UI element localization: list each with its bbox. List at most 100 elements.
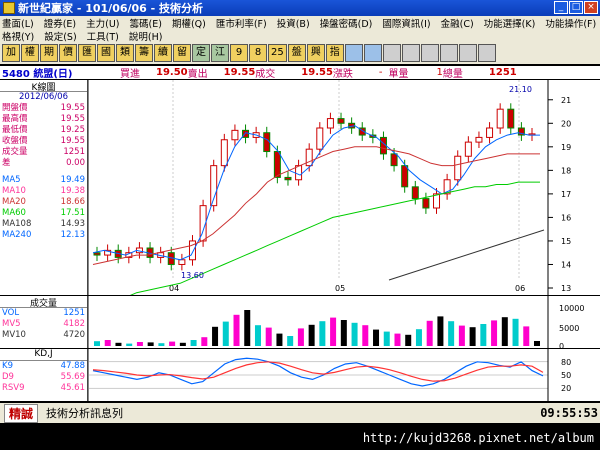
kline-field-label-2: 最低價: [2, 125, 28, 135]
volume-bar-19: [297, 328, 304, 346]
toolbar-icon-6[interactable]: [458, 44, 477, 62]
toolbar-icon-1[interactable]: [363, 44, 382, 62]
volume-chart[interactable]: 10000 5000 0: [88, 296, 600, 351]
toolbar-button-8[interactable]: 續: [154, 44, 172, 62]
ma-field-label-0: MA5: [2, 175, 21, 185]
volume-bar-2: [115, 342, 122, 346]
toolbar-button-15[interactable]: 盤: [287, 44, 306, 62]
watermark-url: http://kujd3268.pixnet.net/album: [0, 427, 600, 450]
kline-ytick-2: 19: [561, 143, 571, 152]
toolbar-icon-5[interactable]: [439, 44, 458, 62]
toolbar-button-10[interactable]: 定: [192, 44, 210, 62]
volume-bar-30: [415, 329, 422, 346]
toolbar-button-5[interactable]: 國: [97, 44, 115, 62]
candle-body-19: [295, 165, 303, 181]
kd-chart[interactable]: 80 50 20: [88, 349, 600, 401]
toolbar-icon-2[interactable]: [382, 44, 401, 62]
menu-item-8[interactable]: 國際資訊(I): [382, 16, 430, 30]
toolbar-icon-0[interactable]: [344, 44, 363, 62]
toolbar-button-6[interactable]: 類: [116, 44, 134, 62]
candle-body-37: [486, 127, 494, 138]
ma-field-label-3: MA60: [2, 208, 26, 218]
menu-item-6[interactable]: 投資(B): [277, 16, 310, 30]
toolbar-icon-4[interactable]: [420, 44, 439, 62]
volume-bar-35: [469, 327, 476, 346]
toolbar-button-0[interactable]: 加: [2, 44, 20, 62]
volume-header: 成交量: [0, 296, 87, 309]
kline-month-label-2: 06: [515, 284, 525, 293]
kline-chart-svg: 21201918171615141304 05 0621.1013.60: [92, 80, 571, 305]
kline-ytick-6: 15: [561, 237, 571, 246]
toolbar-button-4[interactable]: 匯: [78, 44, 96, 62]
ma-field-row-1: MA10 19.38: [0, 186, 87, 197]
toolbar-button-3[interactable]: 價: [59, 44, 77, 62]
toolbar-button-2[interactable]: 期: [40, 44, 58, 62]
menu-item-2[interactable]: 主力(U): [86, 16, 119, 30]
toolbar-button-1[interactable]: 權: [21, 44, 39, 62]
menu-item-row2-3[interactable]: 說明(H): [129, 29, 163, 43]
toolbar-button-11[interactable]: 江: [211, 44, 229, 62]
volume-chart-svg: 10000 5000 0: [94, 296, 584, 351]
menu-item-row2-2[interactable]: 工具(T): [87, 29, 119, 43]
toolbar-icon-7[interactable]: [477, 44, 496, 62]
toolbar-button-12[interactable]: 9: [230, 44, 248, 62]
kd-field-label-1: D9: [2, 372, 14, 382]
kd-ytick-2: 20: [561, 384, 571, 393]
kline-fields: 開盤價 19.55 最高價 19.55 最低價 19.25 收盤價 19.55 成交量 1251 差…: [0, 103, 87, 169]
volume-bar-4: [136, 342, 143, 346]
volume-field-value-1: 4182: [63, 319, 85, 329]
menu-row-2: 格視(Y) 設定(S) 工具(T) 說明(H): [0, 29, 600, 43]
menu-item-10[interactable]: 功能選擇(K): [484, 16, 536, 30]
kline-field-row-3: 收盤價 19.55: [0, 136, 87, 147]
menu-item-1[interactable]: 證券(E): [44, 16, 76, 30]
ma-field-label-2: MA20: [2, 197, 26, 207]
kline-ytick-0: 21: [561, 96, 571, 105]
kline-ytick-1: 20: [561, 119, 571, 128]
kline-field-value-1: 19.55: [60, 114, 85, 124]
kline-field-row-2: 最低價 19.25: [0, 125, 87, 136]
ma-field-value-1: 19.38: [60, 186, 85, 196]
volume-bar-10: [201, 337, 208, 346]
ma-field-label-1: MA10: [2, 186, 26, 196]
menu-item-0[interactable]: 畫面(L): [2, 16, 34, 30]
volume-bar-8: [179, 342, 186, 346]
menu-item-4[interactable]: 期權(Q): [172, 16, 206, 30]
volume-bar-26: [373, 329, 380, 346]
menu-item-9[interactable]: 金融(C): [441, 16, 474, 30]
candle-body-31: [422, 198, 430, 209]
candle-body-38: [496, 108, 504, 129]
brand-seal: 精誠: [4, 403, 39, 423]
toolbar-button-7[interactable]: 籌: [135, 44, 153, 62]
volume-bar-24: [351, 322, 358, 346]
toolbar-button-13[interactable]: 8: [249, 44, 267, 62]
menu-item-row2-0[interactable]: 格視(Y): [2, 29, 34, 43]
kline-field-label-4: 成交量: [2, 147, 28, 157]
candle-body-29: [401, 165, 409, 188]
candle-body-14: [242, 129, 250, 138]
kd-legend-panel: KD,J K9 47.88 D9 55.69 RSV9 45.61: [0, 349, 88, 401]
kline-field-value-5: 0.00: [66, 158, 85, 168]
candle-body-13: [231, 129, 239, 141]
ma-field-label-5: MA240: [2, 230, 32, 240]
menu-item-row2-1[interactable]: 設定(S): [44, 29, 76, 43]
candle-body-21: [316, 127, 324, 150]
toolbar-button-14[interactable]: 25: [268, 44, 287, 62]
menu-item-5[interactable]: 匯市利率(F): [216, 16, 267, 30]
minimize-button[interactable]: _: [554, 1, 568, 14]
kline-chart[interactable]: 21 20 19 18 17 16 15 14 13 04 05 06 21.10 13.60: [88, 80, 600, 305]
trade-price: 19.55: [301, 67, 333, 78]
menu-item-7[interactable]: 操盤密碼(D): [320, 16, 373, 30]
menu-item-11[interactable]: 功能操作(F): [545, 16, 596, 30]
toolbar-icon-3[interactable]: [401, 44, 420, 62]
maximize-button[interactable]: □: [569, 1, 583, 14]
status-bar: 精誠 技術分析訊息列 09:55:53: [0, 403, 600, 423]
toolbar-button-9[interactable]: 留: [173, 44, 191, 62]
ma-field-value-4: 14.93: [60, 219, 85, 229]
toolbar-button-17[interactable]: 指: [325, 44, 344, 62]
title-bar: 新世紀贏家 - 101/06/06 - 技術分析 _ □ ×: [0, 0, 600, 16]
ma-field-row-4: MA108 14.93: [0, 219, 87, 230]
close-button[interactable]: ×: [584, 1, 598, 14]
menu-item-3[interactable]: 籌碼(E): [130, 16, 162, 30]
toolbar-button-16[interactable]: 興: [306, 44, 325, 62]
kline-ytick-7: 14: [561, 260, 571, 269]
